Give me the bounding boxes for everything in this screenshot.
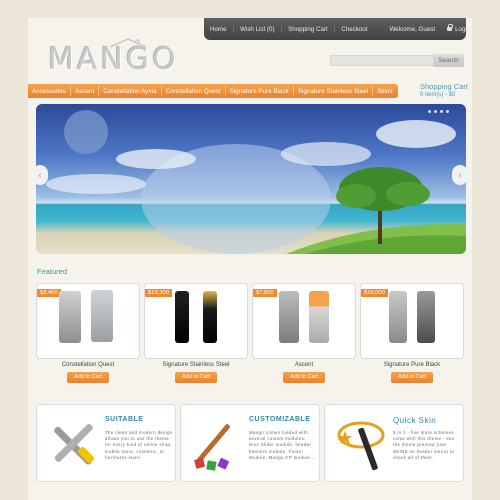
nav-cart-link[interactable]: Shopping Cart bbox=[282, 26, 334, 33]
feature-box-quick-skin: Quick Skin 5 in 1 - five more schemes co… bbox=[324, 404, 464, 482]
product-image[interactable] bbox=[175, 291, 189, 343]
menu-item-constellation-quest[interactable]: Constellation Quest bbox=[162, 88, 225, 95]
menu-item-skins[interactable]: Skins bbox=[373, 88, 396, 95]
cart-summary[interactable]: 0 item(s) - $0 bbox=[420, 92, 455, 98]
feature-title: SUITABLE bbox=[105, 416, 144, 423]
cart-title[interactable]: Shopping Cart bbox=[420, 82, 468, 91]
paintbrush-icon bbox=[194, 424, 230, 471]
search-button[interactable]: Search bbox=[433, 54, 464, 67]
feature-text: Mango comes loaded with several custom m… bbox=[249, 430, 315, 460]
menu-item-ascent[interactable]: Ascent bbox=[71, 88, 98, 95]
product-image[interactable] bbox=[389, 291, 407, 343]
product-name[interactable]: Signature Stainless Steel bbox=[144, 362, 248, 368]
menu-item-signature-pure-black[interactable]: Signature Pure Black bbox=[226, 88, 293, 95]
slider-dot[interactable] bbox=[434, 110, 437, 113]
feature-text: The clean and modern design allows you t… bbox=[105, 430, 173, 460]
product-card[interactable]: $16,000 bbox=[360, 283, 464, 359]
lock-icon bbox=[447, 23, 454, 31]
product-name[interactable]: Signature Pure Black bbox=[360, 362, 464, 368]
product-image[interactable] bbox=[417, 291, 435, 343]
nav-home-link[interactable]: Home bbox=[204, 26, 233, 33]
product-name[interactable]: Ascent bbox=[252, 362, 356, 368]
product-image[interactable] bbox=[59, 291, 81, 343]
slider-dot[interactable] bbox=[428, 110, 431, 113]
product-name[interactable]: Constellation Quest bbox=[36, 362, 140, 368]
magic-wand-icon bbox=[337, 421, 385, 471]
feature-box-suitable: SUITABLE The clean and modern design all… bbox=[36, 404, 176, 482]
category-menu: Accessories Ascent Constellation Ayxta C… bbox=[28, 84, 398, 98]
add-to-cart-button[interactable]: Add to Cart bbox=[67, 372, 109, 383]
top-nav: Home | Wish List (0) | Shopping Cart | C… bbox=[204, 18, 470, 40]
slider-dot[interactable] bbox=[440, 110, 443, 113]
login-label: Login bbox=[455, 25, 471, 33]
banner-image bbox=[46, 110, 466, 254]
menu-item-constellation-ayxta[interactable]: Constellation Ayxta bbox=[99, 88, 160, 95]
menu-item-accessories[interactable]: Accessories bbox=[28, 88, 70, 95]
slider-next-button[interactable]: › bbox=[452, 165, 468, 185]
product-image[interactable] bbox=[309, 291, 329, 343]
price-badge: $7,800 bbox=[253, 289, 277, 297]
slider-prev-button[interactable]: ‹ bbox=[32, 165, 48, 185]
add-to-cart-button[interactable]: Add to Cart bbox=[391, 372, 433, 383]
feature-title: CUSTOMIZABLE bbox=[249, 416, 311, 423]
featured-heading: Featured bbox=[37, 267, 68, 276]
product-card[interactable]: $8,400 bbox=[36, 283, 140, 359]
login-link[interactable]: Login bbox=[441, 23, 476, 33]
add-to-cart-button[interactable]: Add to Cart bbox=[175, 372, 217, 383]
product-image[interactable] bbox=[279, 291, 299, 343]
welcome-text: Welcome, Guest bbox=[389, 25, 436, 33]
search-input[interactable] bbox=[330, 55, 434, 66]
feature-title: Quick Skin bbox=[393, 416, 437, 425]
site-logo[interactable]: MANGO bbox=[48, 42, 179, 77]
nav-checkout-link[interactable]: Checkout bbox=[335, 26, 373, 33]
nav-wishlist-link[interactable]: Wish List (0) bbox=[234, 26, 280, 33]
slider-pagination bbox=[428, 110, 449, 113]
slider-dot[interactable] bbox=[446, 110, 449, 113]
tools-icon bbox=[54, 424, 94, 465]
price-badge: $16,000 bbox=[361, 289, 388, 297]
feature-text: 5 in 1 - five more schemes come with thi… bbox=[393, 430, 455, 460]
menu-item-signature-stainless-steel[interactable]: Signature Stainless Steel bbox=[294, 88, 372, 95]
feature-box-customizable: CUSTOMIZABLE Mango comes loaded with sev… bbox=[180, 404, 320, 482]
hero-banner[interactable] bbox=[36, 104, 466, 254]
add-to-cart-button[interactable]: Add to Cart bbox=[283, 372, 325, 383]
product-image[interactable] bbox=[91, 290, 113, 342]
product-card[interactable]: $7,800 bbox=[252, 283, 356, 359]
price-badge: $8,400 bbox=[37, 289, 61, 297]
product-image[interactable] bbox=[203, 291, 217, 343]
product-card[interactable]: $13,300 bbox=[144, 283, 248, 359]
price-badge: $13,300 bbox=[145, 289, 172, 297]
